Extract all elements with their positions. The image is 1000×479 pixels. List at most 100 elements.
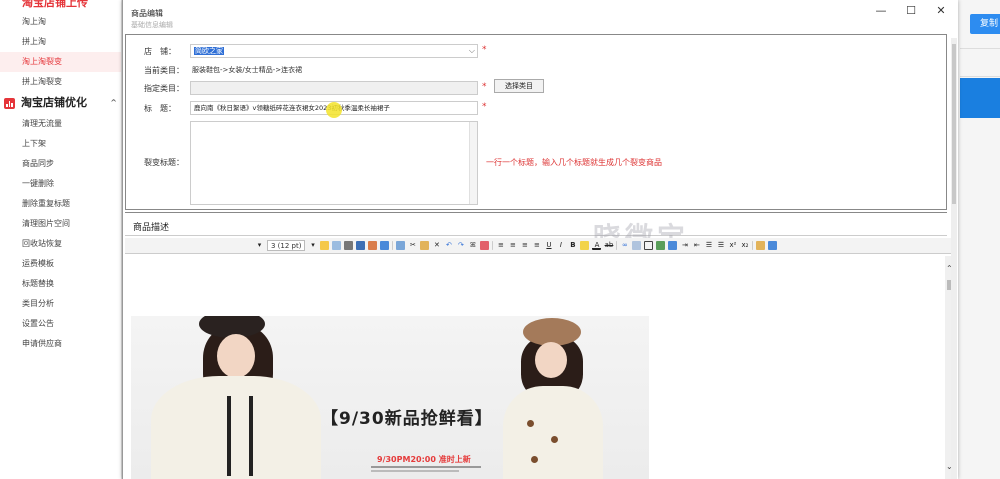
dialog-titlebar[interactable]: 商品编辑 — ☐ ✕ bbox=[123, 0, 958, 24]
sidebar-item[interactable]: 拼上淘 bbox=[0, 32, 121, 52]
outdent-icon[interactable]: ⇤ bbox=[692, 241, 701, 250]
unlink-icon[interactable] bbox=[632, 241, 642, 250]
numbered-list-icon[interactable]: ☰ bbox=[716, 241, 725, 250]
font-color-icon[interactable]: A bbox=[592, 241, 602, 250]
banner-subline: 9/30PM20:00 准时上新 bbox=[377, 455, 471, 464]
store-value: 简欧之家 bbox=[194, 47, 224, 55]
textarea-scrollbar[interactable] bbox=[469, 122, 477, 204]
sidebar-item[interactable]: 上下架 bbox=[0, 134, 121, 154]
required-mark: * bbox=[482, 82, 487, 92]
indent-icon[interactable]: ⇥ bbox=[680, 241, 689, 250]
undo-icon[interactable]: ↶ bbox=[444, 241, 453, 250]
chevron-down-icon[interactable]: ▾ bbox=[255, 241, 264, 250]
link-icon[interactable]: ∞ bbox=[620, 241, 629, 250]
background-app-area bbox=[958, 0, 1000, 479]
bullet-list-icon[interactable]: ☰ bbox=[704, 241, 713, 250]
redo-icon[interactable]: ↷ bbox=[456, 241, 465, 250]
template-icon[interactable] bbox=[332, 241, 342, 250]
find-replace-icon[interactable]: ꕤ bbox=[468, 241, 477, 250]
media-icon[interactable] bbox=[668, 241, 678, 250]
sidebar-item[interactable]: 标题替换 bbox=[0, 274, 121, 294]
current-category-label: 当前类目： bbox=[144, 66, 184, 75]
bar-chart-icon bbox=[4, 97, 15, 109]
sidebar-item-active[interactable]: 淘上淘裂变 bbox=[0, 52, 121, 72]
sidebar-item[interactable]: 回收站恢复 bbox=[0, 234, 121, 254]
sidebar-item[interactable]: 拼上淘裂变 bbox=[0, 72, 121, 92]
strikethrough-icon[interactable]: ab bbox=[604, 241, 614, 250]
justify-icon[interactable]: ≡ bbox=[532, 241, 541, 250]
required-mark: * bbox=[482, 45, 487, 55]
print-icon[interactable] bbox=[344, 241, 354, 250]
copy-icon[interactable] bbox=[396, 241, 406, 250]
chevron-down-icon[interactable]: ⌵ bbox=[469, 45, 475, 57]
paste-icon[interactable] bbox=[420, 241, 430, 250]
sidebar-item[interactable]: 淘上淘 bbox=[0, 12, 121, 32]
bold-icon[interactable]: B bbox=[568, 241, 577, 250]
superscript-icon[interactable]: x² bbox=[728, 241, 737, 250]
chevron-up-icon[interactable]: ^ bbox=[110, 92, 117, 114]
store-select[interactable]: 简欧之家 ⌵ bbox=[190, 44, 478, 58]
image-icon[interactable] bbox=[656, 241, 666, 250]
sidebar-item[interactable]: 删除重复标题 bbox=[0, 194, 121, 214]
align-right-icon[interactable]: ≡ bbox=[520, 241, 529, 250]
toolbar-separator bbox=[752, 241, 754, 250]
align-center-icon[interactable]: ≡ bbox=[508, 241, 517, 250]
cut-icon[interactable]: ✂ bbox=[408, 241, 417, 250]
delete-icon[interactable]: ✕ bbox=[432, 241, 441, 250]
divider bbox=[960, 76, 1000, 77]
fission-title-textarea[interactable] bbox=[190, 121, 478, 205]
copy-button[interactable]: 复制 bbox=[970, 14, 1000, 34]
dialog-scrollbar[interactable] bbox=[951, 38, 957, 479]
product-edit-dialog: 商品编辑 — ☐ ✕ 基础信息编辑 店 铺： 简欧之家 ⌵ * 当前类目： 服装… bbox=[122, 0, 958, 479]
toolbar-separator bbox=[392, 241, 394, 250]
banner-headline: 【9/30新品抢鲜看】 bbox=[321, 409, 493, 429]
highlight-color-icon[interactable] bbox=[580, 241, 590, 250]
sidebar-top-section-label[interactable]: 淘宝店铺上传 bbox=[22, 0, 88, 10]
sidebar-item[interactable]: 类目分析 bbox=[0, 294, 121, 314]
toolbar-separator bbox=[492, 241, 494, 250]
subscript-icon[interactable]: x₂ bbox=[740, 241, 749, 250]
selected-row-highlight bbox=[960, 78, 1000, 118]
basic-info-panel: 店 铺： 简欧之家 ⌵ * 当前类目： 服装鞋包->女装/女士精品->连衣裙 指… bbox=[125, 34, 947, 210]
sidebar-item[interactable]: 清理无流量 bbox=[0, 114, 121, 134]
source-code-icon[interactable] bbox=[768, 241, 778, 250]
assign-category-label: 指定类目： bbox=[144, 84, 184, 93]
find-icon[interactable] bbox=[368, 241, 378, 250]
paste-text-icon[interactable] bbox=[756, 241, 766, 250]
fission-title-label: 裂变标题： bbox=[144, 158, 184, 167]
description-editor[interactable]: 【9/30新品抢鲜看】 9/30PM20:00 准时上新 ⌃ ⌄ bbox=[125, 256, 957, 479]
description-section-header: 商品描述 bbox=[125, 212, 947, 236]
align-left-icon[interactable]: ≡ bbox=[496, 241, 505, 250]
sidebar-item[interactable]: 一键删除 bbox=[0, 174, 121, 194]
chevron-down-icon[interactable]: ▾ bbox=[308, 241, 317, 250]
product-banner-image: 【9/30新品抢鲜看】 9/30PM20:00 准时上新 bbox=[131, 316, 649, 479]
sidebar-group-header[interactable]: 淘宝店铺优化 ^ bbox=[0, 92, 121, 114]
underline-icon[interactable]: U bbox=[544, 241, 553, 250]
sidebar-item[interactable]: 设置公告 bbox=[0, 314, 121, 334]
dialog-title: 商品编辑 bbox=[131, 9, 163, 18]
editor-toolbar: ▾ 3 (12 pt) ▾ ✂ ✕ ↶ ↷ ꕤ ≡ ≡ ≡ ≡ U I B A … bbox=[125, 238, 957, 254]
maximize-button[interactable]: ☐ bbox=[901, 4, 921, 17]
select-category-button[interactable]: 选择类目 bbox=[494, 79, 544, 93]
title-label: 标 题： bbox=[144, 104, 176, 113]
save-icon[interactable] bbox=[356, 241, 366, 250]
sidebar-item[interactable]: 运费模板 bbox=[0, 254, 121, 274]
banner-fine-print bbox=[371, 466, 481, 472]
sidebar-top: 淘宝店铺上传 bbox=[0, 0, 121, 12]
italic-icon[interactable]: I bbox=[556, 241, 565, 250]
new-document-icon[interactable] bbox=[320, 241, 330, 250]
minimize-button[interactable]: — bbox=[871, 4, 891, 17]
sidebar-item[interactable]: 清理图片空间 bbox=[0, 214, 121, 234]
sidebar-item[interactable]: 商品同步 bbox=[0, 154, 121, 174]
section-header-faded: 基础信息编辑 bbox=[131, 21, 173, 29]
current-category-value: 服装鞋包->女装/女士精品->连衣裙 bbox=[192, 66, 303, 74]
table-icon[interactable] bbox=[644, 241, 654, 250]
close-button[interactable]: ✕ bbox=[931, 4, 951, 17]
font-size-select[interactable]: 3 (12 pt) bbox=[267, 240, 306, 251]
sidebar-item[interactable]: 申请供应商 bbox=[0, 334, 121, 354]
eraser-icon[interactable] bbox=[480, 241, 490, 250]
preview-icon[interactable] bbox=[380, 241, 390, 250]
scrollbar-thumb[interactable] bbox=[952, 44, 956, 204]
assign-category-input[interactable] bbox=[190, 81, 478, 95]
sidebar-group-label: 淘宝店铺优化 bbox=[21, 96, 87, 109]
